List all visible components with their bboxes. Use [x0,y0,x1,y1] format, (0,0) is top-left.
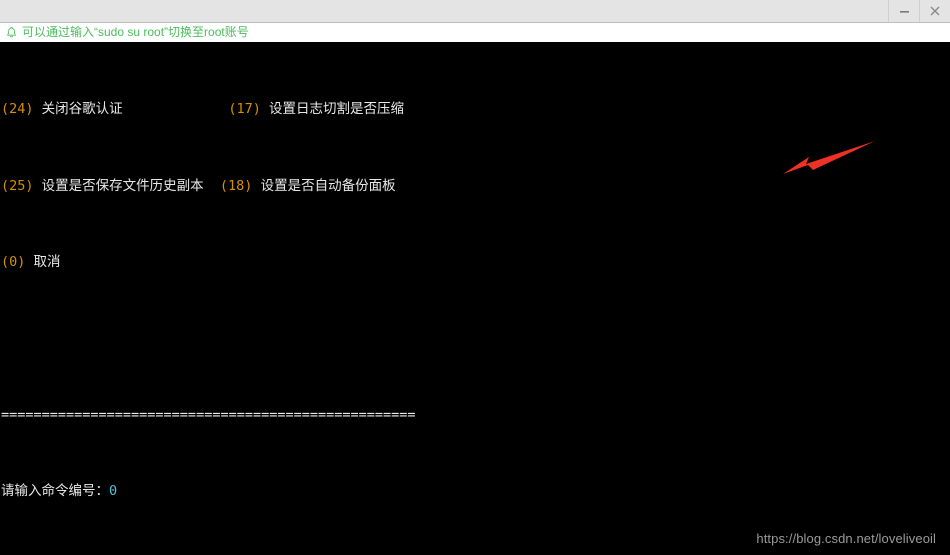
menu-row-24-17: (24) 关闭谷歌认证 (17) 设置日志切割是否压缩 [1,100,950,119]
menu-row-25-18: (25) 设置是否保存文件历史副本 (18) 设置是否自动备份面板 [1,177,950,196]
notification-bar: 可以通过输入“sudo su root”切换至root账号 [0,23,950,42]
command-number-prompt: 请输入命令编号：0 [1,482,950,501]
menu-number-0: (0) [1,254,26,271]
minimize-button[interactable] [888,0,919,22]
menu-number-25: (25) [1,177,34,194]
menu-label-17: 设置日志切割是否压缩 [268,101,404,118]
terminal-output[interactable]: (24) 关闭谷歌认证 (17) 设置日志切割是否压缩 (25) 设置是否保存文… [0,42,950,555]
menu-label-25: 设置是否保存文件历史副本 [41,177,204,194]
menu-number-17: (17) [228,101,261,118]
menu-row-0: (0) 取消 [1,253,950,272]
titlebar-drag-region[interactable] [0,0,888,22]
command-number-answer: 0 [109,483,118,500]
menu-number-18: (18) [219,177,253,194]
menu-label-24: 关闭谷歌认证 [41,101,123,118]
close-button[interactable] [919,0,950,22]
menu-label-0: 取消 [33,254,61,271]
separator-line-top: ========================================… [1,406,416,423]
notification-text: 可以通过输入“sudo su root”切换至root账号 [22,25,249,39]
blog-watermark: https://blog.csdn.net/loveliveoil [756,531,936,546]
menu-label-18: 设置是否自动备份面板 [260,177,396,194]
command-number-question: 请输入命令编号： [1,483,109,500]
remote-terminal-window: 可以通过输入“sudo su root”切换至root账号 (24) 关闭谷歌认… [0,0,950,555]
bell-icon [5,26,18,39]
window-titlebar [0,0,950,23]
menu-number-24: (24) [1,101,34,118]
